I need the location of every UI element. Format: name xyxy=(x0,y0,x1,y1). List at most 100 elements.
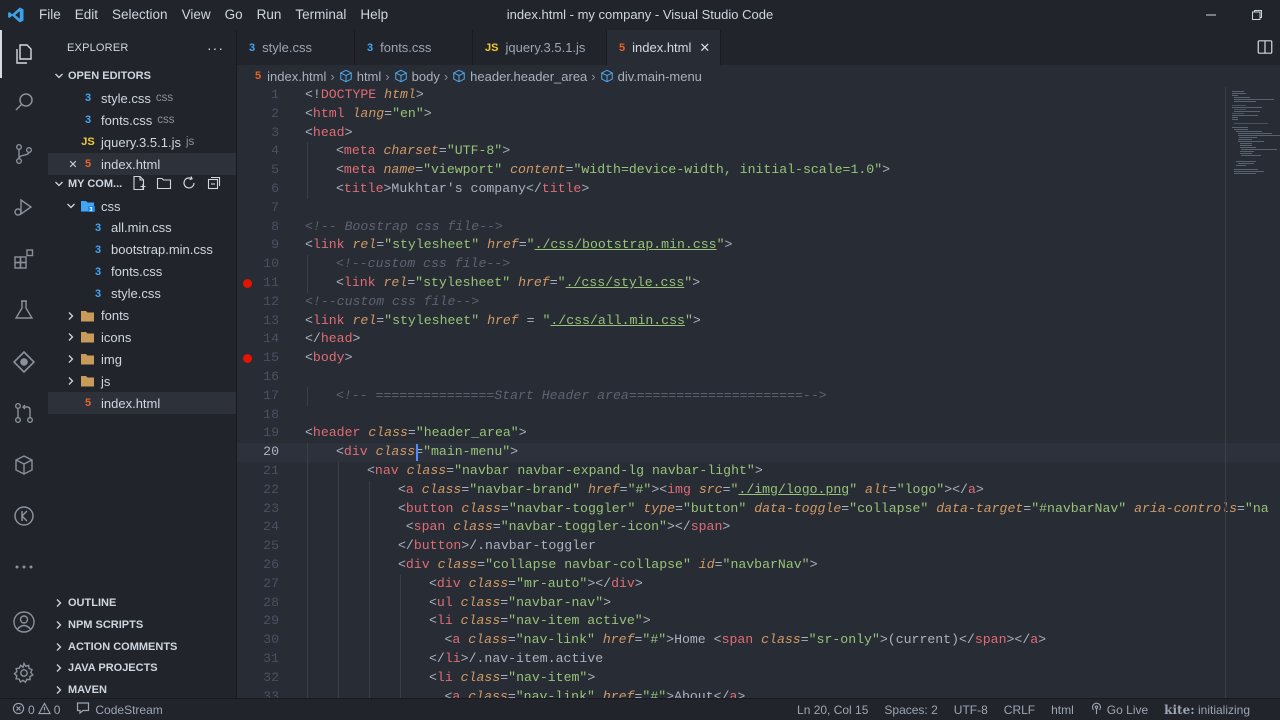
code-line[interactable]: 14 </head> xyxy=(237,330,1280,349)
code-line[interactable]: 15 <body> xyxy=(237,349,1280,368)
remote-box-icon[interactable] xyxy=(0,441,48,489)
tab-style-css[interactable]: 3 style.css xyxy=(237,30,355,65)
tree-file[interactable]: 3 fonts.css xyxy=(48,261,236,283)
code-line[interactable]: 26 <div class="collapse navbar-collapse" … xyxy=(237,556,1280,575)
collapse-all-icon[interactable] xyxy=(206,175,222,194)
code-line[interactable]: 27 <div class="mr-auto"></div> xyxy=(237,574,1280,594)
menu-selection[interactable]: Selection xyxy=(105,0,175,30)
code-line[interactable]: 31 </li>/.nav-item.active xyxy=(237,650,1280,669)
close-icon[interactable]: ✕ xyxy=(66,158,80,171)
menu-view[interactable]: View xyxy=(175,0,218,30)
minimize-button[interactable] xyxy=(1188,0,1234,30)
breadcrumb-file[interactable]: index.html xyxy=(267,69,326,84)
more-icon[interactable] xyxy=(0,543,48,591)
new-folder-icon[interactable] xyxy=(156,175,172,194)
section-maven[interactable]: MAVEN xyxy=(48,679,236,698)
project-section[interactable]: MY COM... xyxy=(48,173,236,195)
source-control-icon[interactable] xyxy=(0,130,48,178)
code-line[interactable]: 21 <nav class="navbar navbar-expand-lg na… xyxy=(237,462,1280,481)
code-line[interactable]: 25 </button>/.navbar-toggler xyxy=(237,537,1280,556)
encoding[interactable]: UTF-8 xyxy=(946,699,996,720)
code-line[interactable]: 33 <a class="nav-link" href="#">About</a> xyxy=(237,687,1280,698)
breadcrumb-item[interactable]: header.header_area xyxy=(470,69,587,84)
tree-file[interactable]: 3 all.min.css xyxy=(48,217,236,239)
section-action-comments[interactable]: ACTION COMMENTS xyxy=(48,636,236,658)
code-line[interactable]: 2 <html lang="en"> xyxy=(237,105,1280,124)
tree-folder[interactable]: icons xyxy=(48,326,236,348)
code-line[interactable]: 8 <!-- Boostrap css file--> xyxy=(237,218,1280,237)
kite-icon[interactable] xyxy=(0,492,48,540)
testing-icon[interactable] xyxy=(0,286,48,334)
open-editor-item[interactable]: JS jquery.3.5.1.js js xyxy=(48,131,236,153)
language-mode[interactable]: html xyxy=(1043,699,1082,720)
settings-gear-icon[interactable] xyxy=(0,649,48,697)
pull-requests-icon[interactable] xyxy=(0,389,48,437)
problems-indicator[interactable]: 0 0 xyxy=(12,699,68,720)
tree-file[interactable]: 3 style.css xyxy=(48,283,236,305)
menu-run[interactable]: Run xyxy=(250,0,289,30)
breadcrumb-item[interactable]: html xyxy=(357,69,382,84)
explorer-more-button[interactable]: ··· xyxy=(207,40,224,56)
section-java-projects[interactable]: JAVA PROJECTS xyxy=(48,657,236,679)
cursor-position[interactable]: Ln 20, Col 15 xyxy=(789,699,876,720)
run-debug-icon[interactable] xyxy=(0,183,48,231)
menu-help[interactable]: Help xyxy=(353,0,395,30)
tree-file[interactable]: 5 index.html xyxy=(48,392,236,415)
refresh-icon[interactable] xyxy=(181,175,197,194)
code-line[interactable]: 18 xyxy=(237,406,1280,425)
code-line[interactable]: 20 <div class="main-menu"> xyxy=(237,443,1280,462)
split-editor-icon[interactable] xyxy=(1256,38,1274,59)
open-editor-item[interactable]: 3 fonts.css css xyxy=(48,109,236,131)
code-line[interactable]: 16 xyxy=(237,368,1280,387)
close-icon[interactable]: ✕ xyxy=(699,40,710,56)
line-ending[interactable]: CRLF xyxy=(996,699,1043,720)
code-line[interactable]: 6 <title>Mukhtar's company</title> xyxy=(237,180,1280,199)
breadcrumb-item[interactable]: div.main-menu xyxy=(618,69,702,84)
tree-folder[interactable]: img xyxy=(48,348,236,370)
section-outline[interactable]: OUTLINE xyxy=(48,592,236,614)
menu-terminal[interactable]: Terminal xyxy=(288,0,353,30)
menu-file[interactable]: File xyxy=(32,0,68,30)
code-line[interactable]: 7 xyxy=(237,199,1280,218)
accounts-icon[interactable] xyxy=(0,598,48,646)
code-line[interactable]: 12 <!--custom css file--> xyxy=(237,293,1280,312)
code-line[interactable]: 5 <meta name="viewport" content="width=de… xyxy=(237,161,1280,180)
code-line[interactable]: 29 <li class="nav-item active"> xyxy=(237,612,1280,632)
code-line[interactable]: 9 <link rel="stylesheet" href="./css/boot… xyxy=(237,236,1280,255)
tab-jquery-3-5-1-js[interactable]: JS jquery.3.5.1.js xyxy=(473,30,607,65)
code-line[interactable]: 13 <link rel="stylesheet" href = "./css/a… xyxy=(237,312,1280,331)
new-file-icon[interactable] xyxy=(131,175,147,194)
kite-status[interactable]: kite: initializing xyxy=(1156,699,1280,720)
tree-folder[interactable]: fonts xyxy=(48,305,236,327)
tree-file[interactable]: 3 bootstrap.min.css xyxy=(48,239,236,261)
code-line[interactable]: 3 <head> xyxy=(237,124,1280,143)
code-line[interactable]: 19 <header class="header_area"> xyxy=(237,424,1280,443)
minimap[interactable] xyxy=(1226,87,1280,698)
breadcrumb-item[interactable]: body xyxy=(412,69,440,84)
open-editor-item[interactable]: ✕ 5 index.html xyxy=(48,153,236,175)
indentation[interactable]: Spaces: 2 xyxy=(876,699,945,720)
open-editor-item[interactable]: 3 style.css css xyxy=(48,87,236,109)
code-line[interactable]: 22 <a class="navbar-brand" href="#"><img … xyxy=(237,480,1280,500)
tab-fonts-css[interactable]: 3 fonts.css xyxy=(355,30,473,65)
extensions-icon[interactable] xyxy=(0,235,48,283)
code-line[interactable]: 11 <link rel="stylesheet" href="./css/sty… xyxy=(237,274,1280,293)
code-line[interactable]: 32 <li class="nav-item"> xyxy=(237,668,1280,688)
go-live-button[interactable]: Go Live xyxy=(1082,699,1156,720)
section-npm-scripts[interactable]: NPM SCRIPTS xyxy=(48,614,236,636)
search-icon[interactable] xyxy=(0,78,48,126)
code-line[interactable]: 1 <!DOCTYPE html> xyxy=(237,87,1280,105)
code-line[interactable]: 24 <span class="navbar-toggler-icon"></sp… xyxy=(237,518,1280,538)
code-line[interactable]: 17 <!-- ===============Start Header area=… xyxy=(237,386,1280,406)
code-line[interactable]: 30 <a class="nav-link" href="#">Home <spa… xyxy=(237,631,1280,650)
codestream-status[interactable]: CodeStream xyxy=(68,699,170,720)
open-editors-section[interactable]: OPEN EDITORS xyxy=(48,65,236,87)
code-line[interactable]: 10 <!--custom css file--> xyxy=(237,255,1280,274)
menu-go[interactable]: Go xyxy=(218,0,250,30)
tree-folder[interactable]: js xyxy=(48,370,236,392)
code-editor[interactable]: 1 <!DOCTYPE html> 2 <html lang="en"> 3 <head>… xyxy=(237,87,1280,698)
codestream-icon[interactable] xyxy=(0,338,48,386)
menu-edit[interactable]: Edit xyxy=(68,0,105,30)
code-line[interactable]: 23 <button class="navbar-toggler" type="b… xyxy=(237,499,1280,519)
restore-button[interactable] xyxy=(1234,0,1280,30)
